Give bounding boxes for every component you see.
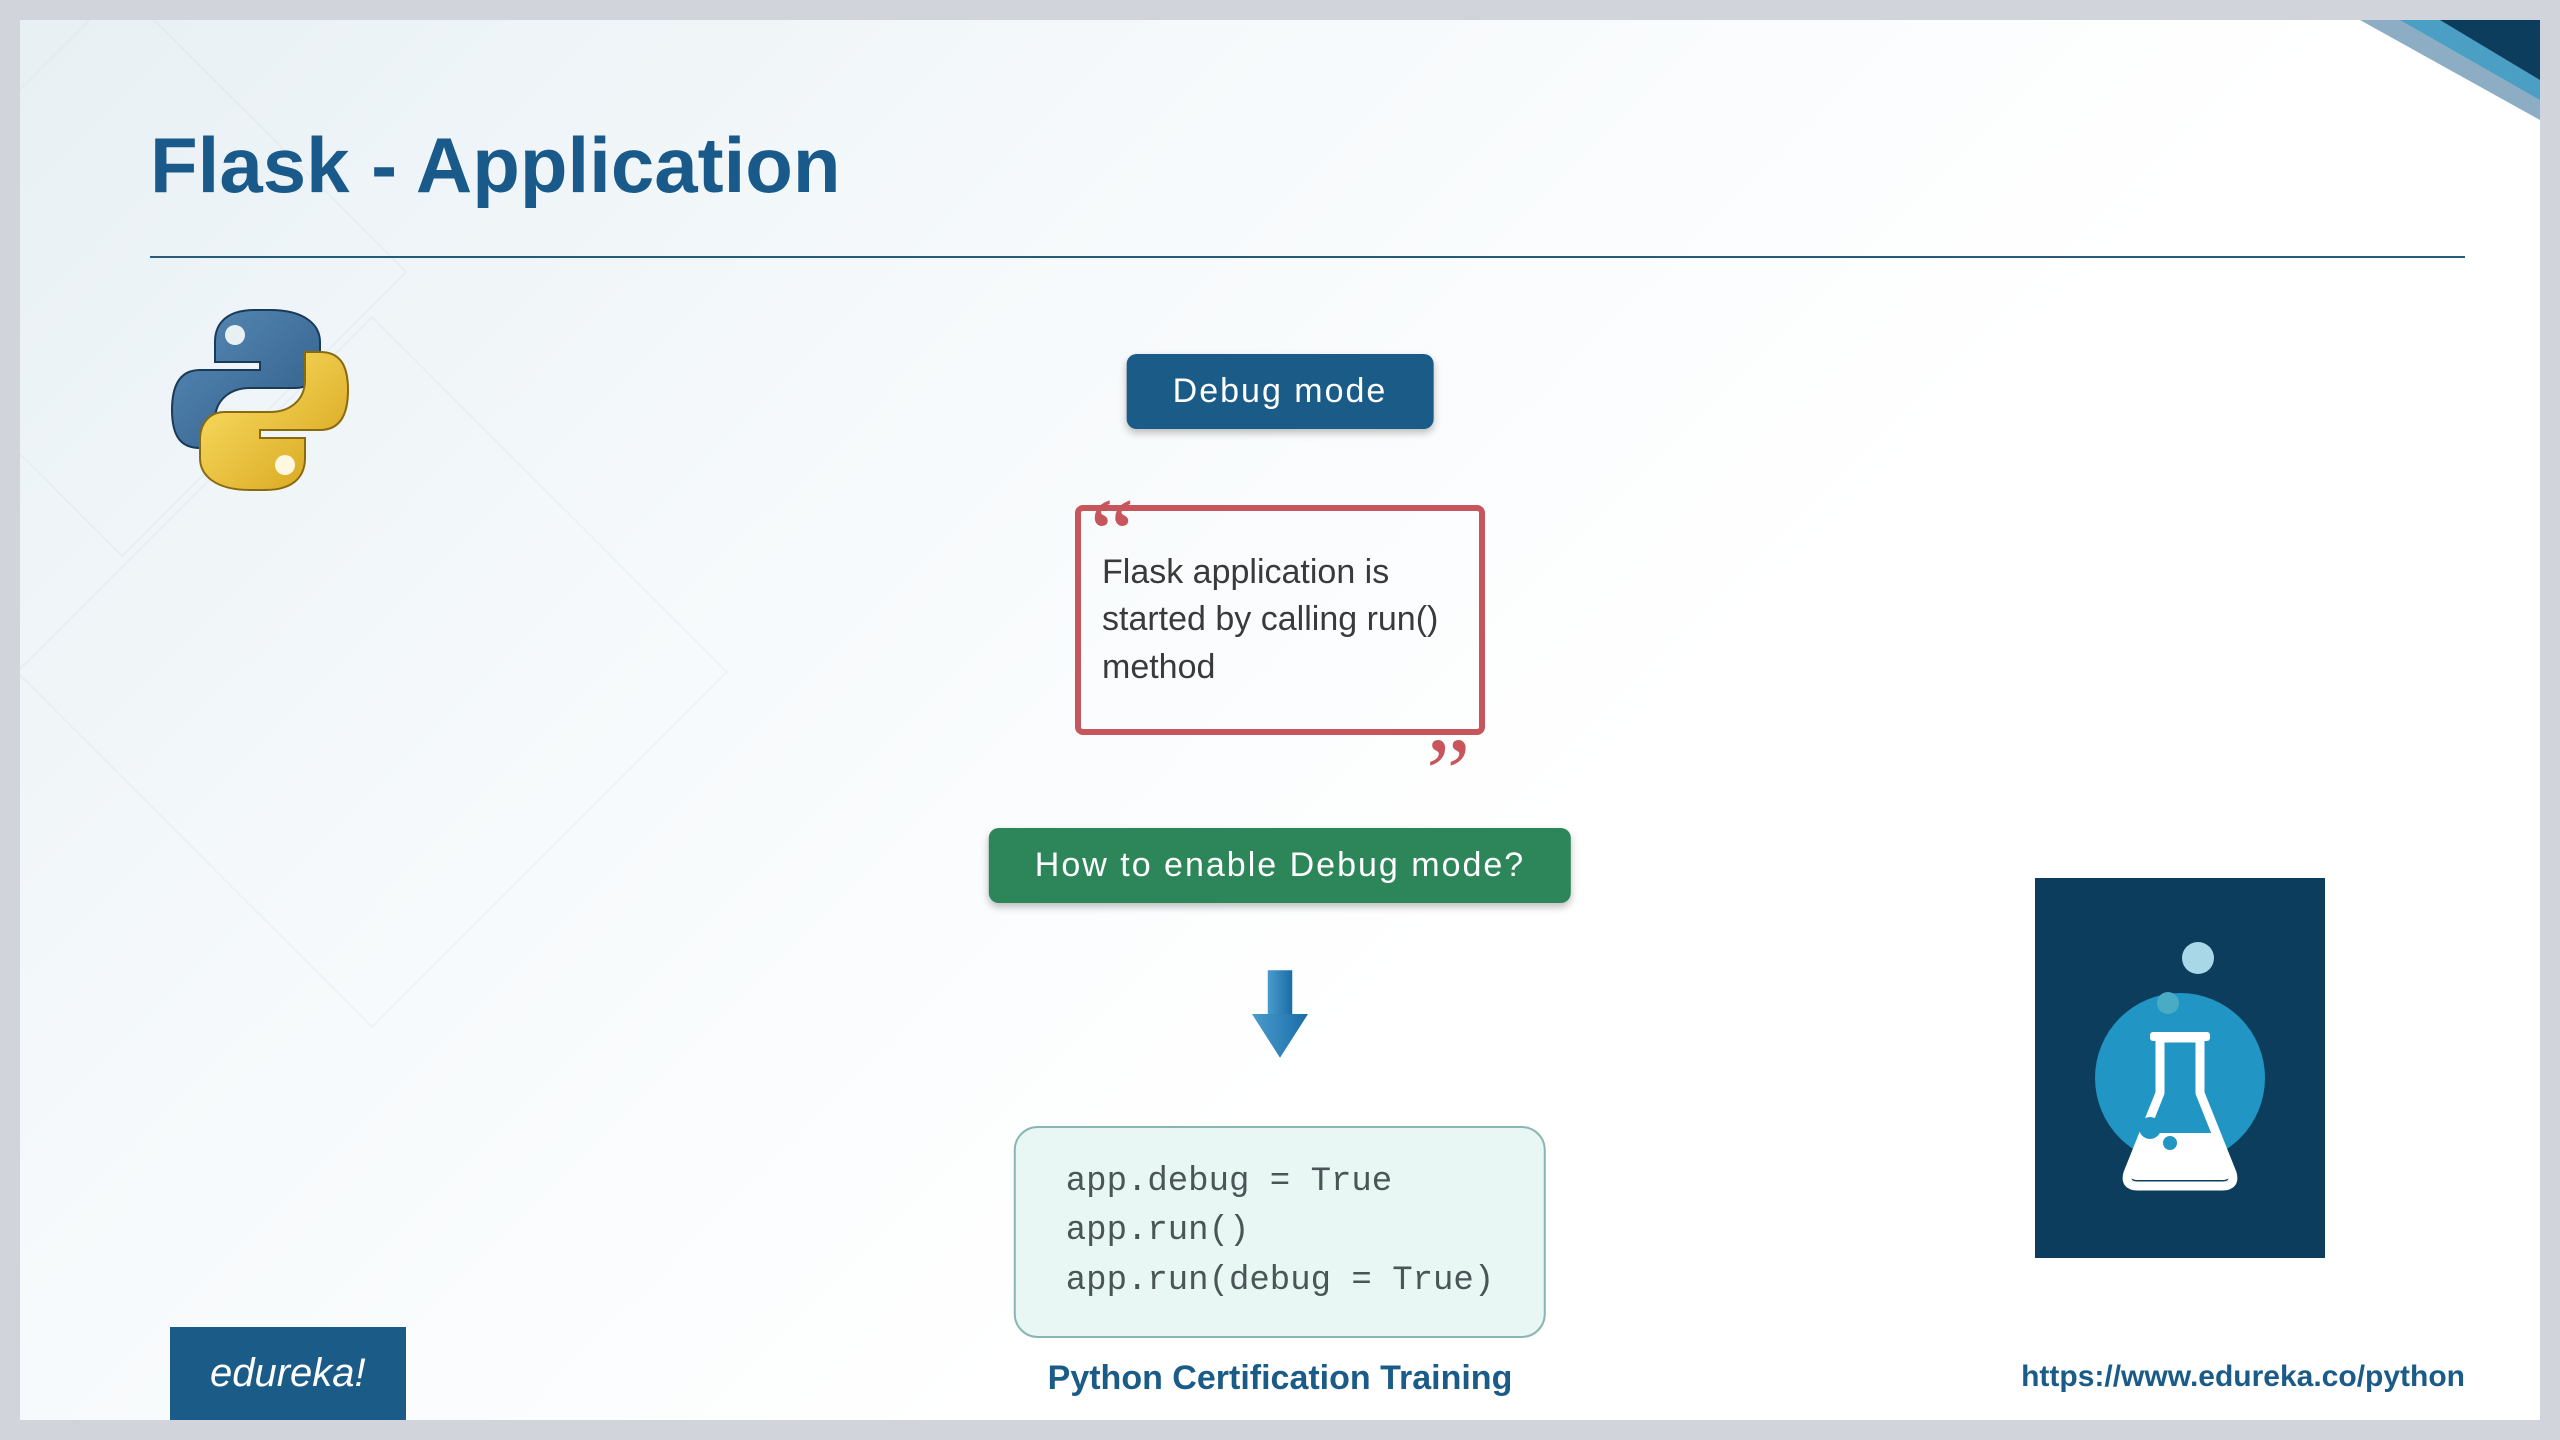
slide-title: Flask - Application <box>150 120 841 211</box>
quote-open-icon: “ <box>1090 484 1134 584</box>
code-snippet: app.debug = True app.run() app.run(debug… <box>1014 1126 1546 1338</box>
title-underline <box>150 256 2465 258</box>
brand-logo: edureka! <box>170 1327 406 1420</box>
arrow-down-icon <box>1245 964 1315 1069</box>
quote-close-icon: “ <box>1426 682 1470 782</box>
corner-accent-icon <box>2240 20 2540 200</box>
quote-container: “ Flask application is started by callin… <box>1060 490 1500 750</box>
flask-beaker-icon <box>2035 878 2325 1258</box>
slide-container: Flask - Application Debug mode “ Flask a… <box>20 20 2540 1420</box>
footer-url: https://www.edureka.co/python <box>2021 1360 2465 1394</box>
footer-subtitle: Python Certification Training <box>1048 1359 1513 1398</box>
how-to-enable-badge: How to enable Debug mode? <box>989 828 1571 903</box>
debug-mode-badge: Debug mode <box>1127 354 1434 429</box>
python-logo-icon <box>160 300 360 500</box>
